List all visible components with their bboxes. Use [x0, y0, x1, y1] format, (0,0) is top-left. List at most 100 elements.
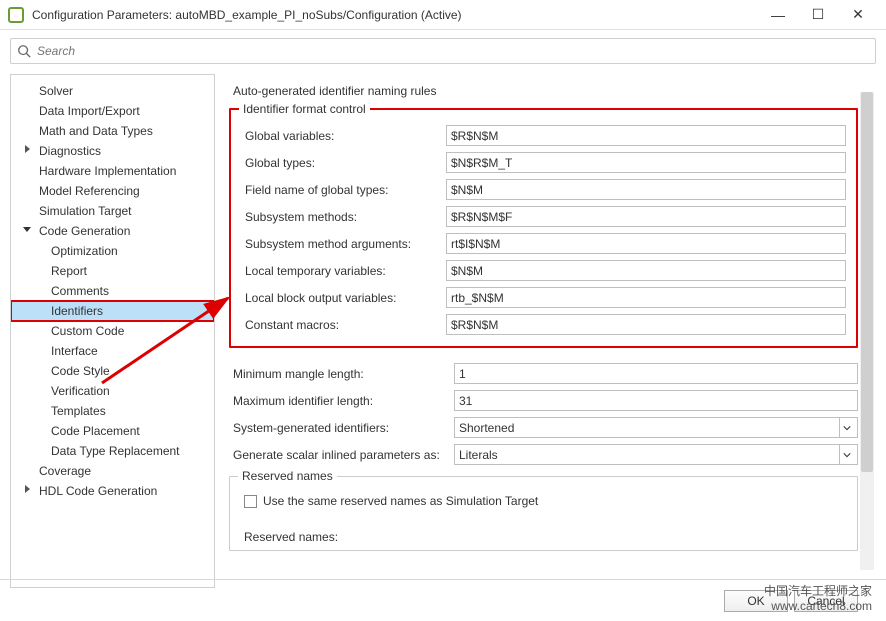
sidebar-item-hardware-implementation[interactable]: Hardware Implementation [11, 161, 214, 181]
sidebar-item-comments[interactable]: Comments [11, 281, 214, 301]
sidebar-item-label: Hardware Implementation [39, 164, 176, 178]
sidebar-item-label: Data Type Replacement [51, 444, 180, 458]
caret-right-icon [25, 485, 30, 493]
search-bar[interactable] [10, 38, 876, 64]
reserved-names-row: Reserved names: [240, 523, 847, 550]
form-label: Local temporary variables: [241, 264, 446, 278]
ok-button[interactable]: OK [724, 590, 788, 612]
sidebar-item-hdl-code-generation[interactable]: HDL Code Generation [11, 481, 214, 501]
sidebar-item-label: HDL Code Generation [39, 484, 157, 498]
combo-value: Shortened [459, 421, 514, 435]
dialog-footer: OK Cancel 中国汽车工程师之家 www.cartech8.com [0, 579, 886, 621]
text-field[interactable]: 1 [454, 363, 858, 384]
sidebar-item-label: Interface [51, 344, 98, 358]
sidebar-item-label: Model Referencing [39, 184, 140, 198]
search-icon [17, 44, 31, 58]
format-row: Global variables:$R$N$M [241, 122, 846, 149]
form-label: Field name of global types: [241, 183, 446, 197]
form-label: Global types: [241, 156, 446, 170]
format-row: Subsystem methods:$R$N$M$F [241, 203, 846, 230]
text-field[interactable]: 31 [454, 390, 858, 411]
form-label: Subsystem methods: [241, 210, 446, 224]
sidebar-item-templates[interactable]: Templates [11, 401, 214, 421]
caret-down-icon [23, 227, 31, 232]
chevron-down-icon [839, 418, 853, 437]
reserved-sim-target-checkbox[interactable]: Use the same reserved names as Simulatio… [240, 489, 847, 513]
sidebar-item-label: Solver [39, 84, 73, 98]
sidebar-item-coverage[interactable]: Coverage [11, 461, 214, 481]
reserved-names-label: Reserved names: [240, 530, 360, 544]
sidebar-item-data-import-export[interactable]: Data Import/Export [11, 101, 214, 121]
sidebar-item-solver[interactable]: Solver [11, 81, 214, 101]
format-field[interactable]: $R$N$M$F [446, 206, 846, 227]
sidebar-item-label: Diagnostics [39, 144, 101, 158]
sidebar-item-code-style[interactable]: Code Style [11, 361, 214, 381]
format-field[interactable]: $R$N$M [446, 125, 846, 146]
setting-row: Generate scalar inlined parameters as: Li… [229, 441, 858, 468]
sidebar-item-label: Custom Code [51, 324, 124, 338]
cancel-button[interactable]: Cancel [794, 590, 858, 612]
group-legend: Reserved names [238, 469, 337, 483]
form-label: Global variables: [241, 129, 446, 143]
window-buttons: — ☐ ✕ [758, 1, 878, 29]
sidebar-item-label: Verification [51, 384, 110, 398]
form-label: Constant macros: [241, 318, 446, 332]
sidebar-item-interface[interactable]: Interface [11, 341, 214, 361]
format-field[interactable]: $N$M [446, 179, 846, 200]
sidebar-item-verification[interactable]: Verification [11, 381, 214, 401]
search-input[interactable] [37, 44, 869, 58]
sidebar-item-math-and-data-types[interactable]: Math and Data Types [11, 121, 214, 141]
sidebar-item-label: Code Generation [39, 224, 130, 238]
form-label: Generate scalar inlined parameters as: [229, 448, 454, 462]
combo-value: Literals [459, 448, 498, 462]
caret-right-icon [25, 145, 30, 153]
sidebar-item-label: Optimization [51, 244, 118, 258]
sidebar-item-report[interactable]: Report [11, 261, 214, 281]
titlebar: Configuration Parameters: autoMBD_exampl… [0, 0, 886, 30]
sidebar-item-label: Math and Data Types [39, 124, 153, 138]
format-row: Local block output variables:rtb_$N$M [241, 284, 846, 311]
sidebar-item-label: Simulation Target [39, 204, 132, 218]
format-field[interactable]: $N$M [446, 260, 846, 281]
form-label: System-generated identifiers: [229, 421, 454, 435]
sidebar-item-label: Identifiers [51, 304, 103, 318]
format-field[interactable]: rt$I$N$M [446, 233, 846, 254]
sidebar-item-label: Code Style [51, 364, 110, 378]
checkbox-label: Use the same reserved names as Simulatio… [263, 494, 538, 508]
sidebar-item-label: Templates [51, 404, 106, 418]
format-row: Constant macros:$R$N$M [241, 311, 846, 338]
chevron-down-icon [839, 445, 853, 464]
app-icon [8, 7, 24, 23]
format-row: Subsystem method arguments:rt$I$N$M [241, 230, 846, 257]
sidebar-item-label: Comments [51, 284, 109, 298]
combo-field[interactable]: Literals [454, 444, 858, 465]
sidebar-item-data-type-replacement[interactable]: Data Type Replacement [11, 441, 214, 461]
sidebar-item-code-generation[interactable]: Code Generation [11, 221, 214, 241]
window-title: Configuration Parameters: autoMBD_exampl… [32, 8, 758, 22]
minimize-button[interactable]: — [758, 1, 798, 29]
maximize-button[interactable]: ☐ [798, 1, 838, 29]
sidebar-item-model-referencing[interactable]: Model Referencing [11, 181, 214, 201]
sidebar-item-simulation-target[interactable]: Simulation Target [11, 201, 214, 221]
format-field[interactable]: rtb_$N$M [446, 287, 846, 308]
format-field[interactable]: $N$R$M_T [446, 152, 846, 173]
sidebar-item-diagnostics[interactable]: Diagnostics [11, 141, 214, 161]
checkbox-icon [244, 495, 257, 508]
sidebar-item-optimization[interactable]: Optimization [11, 241, 214, 261]
sidebar-tree: Solver Data Import/Export Math and Data Ty… [10, 74, 215, 588]
form-label: Local block output variables: [241, 291, 446, 305]
setting-row: System-generated identifiers: Shortened [229, 414, 858, 441]
sidebar-item-label: Report [51, 264, 87, 278]
sidebar-item-code-placement[interactable]: Code Placement [11, 421, 214, 441]
close-button[interactable]: ✕ [838, 1, 878, 29]
form-label: Subsystem method arguments: [241, 237, 446, 251]
vertical-scrollbar[interactable] [860, 78, 874, 584]
sidebar-item-label: Code Placement [51, 424, 140, 438]
setting-row: Minimum mangle length:1 [229, 360, 858, 387]
combo-field[interactable]: Shortened [454, 417, 858, 438]
scrollbar-thumb[interactable] [861, 92, 873, 472]
sidebar-item-custom-code[interactable]: Custom Code [11, 321, 214, 341]
sidebar-item-identifiers[interactable]: Identifiers [11, 301, 214, 321]
format-field[interactable]: $R$N$M [446, 314, 846, 335]
format-row: Global types:$N$R$M_T [241, 149, 846, 176]
